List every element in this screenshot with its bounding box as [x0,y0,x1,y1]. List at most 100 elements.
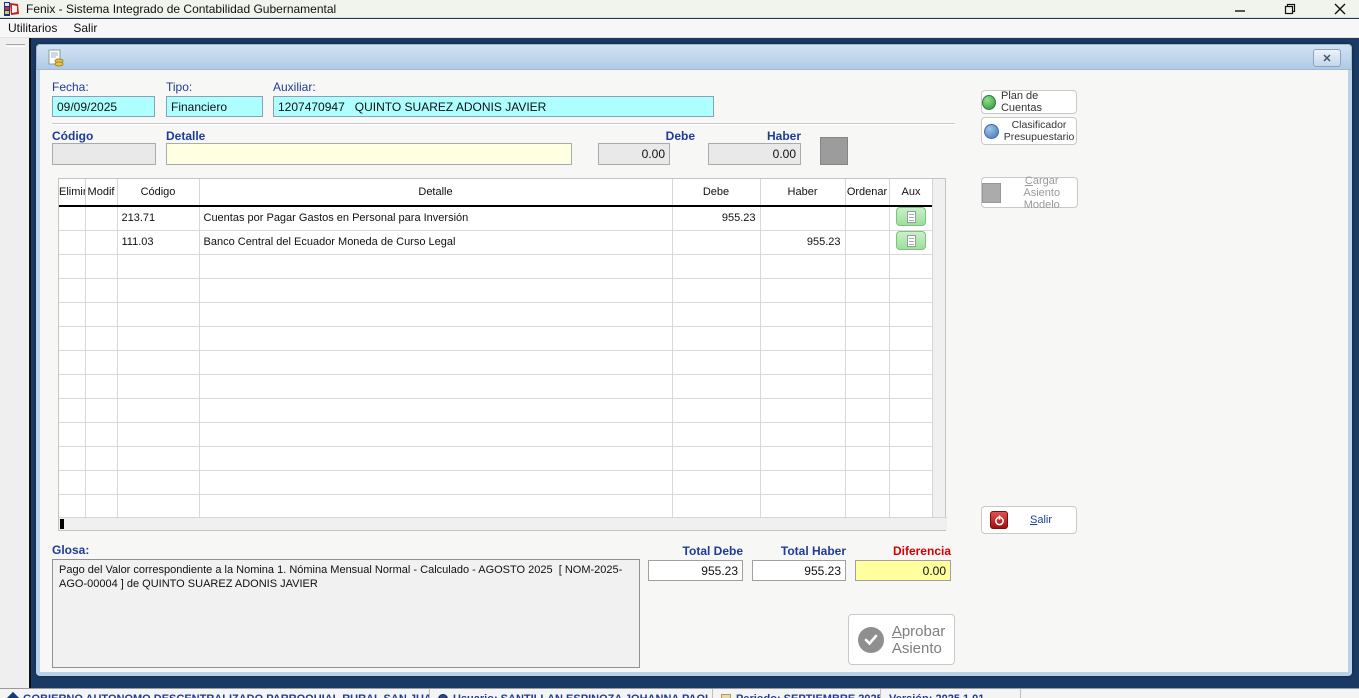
plan-de-cuentas-button[interactable]: Plan de Cuentas [981,90,1077,114]
cell-haber: 955.23 [760,230,845,254]
cargar-asiento-label: Cargar AsientoModelo [1006,175,1077,211]
table-row-empty[interactable] [59,302,933,326]
cell-modif[interactable] [85,230,117,254]
detalle-entry-input[interactable] [166,143,572,165]
table-row-empty[interactable] [59,278,933,302]
calendar-icon [721,694,731,698]
cell-debe: 955.23 [672,206,760,230]
codigo-entry-label: Código [52,129,93,143]
clasificador-label: ClasificadorPresupuestario [1004,119,1075,143]
app-window: Fenix - Sistema Integrado de Contabilida… [0,0,1359,698]
cargar-asiento-modelo-button[interactable]: Cargar AsientoModelo [981,177,1078,208]
table-row[interactable]: 213.71 Cuentas por Pagar Gastos en Perso… [59,206,933,230]
green-sphere-icon [982,95,996,110]
child-close-button[interactable]: ✕ [1313,49,1341,67]
cell-detalle: Banco Central del Ecuador Moneda de Curs… [199,230,672,254]
header-modif[interactable]: Modif [85,179,117,206]
aux-detail-button[interactable] [896,231,926,250]
check-icon [858,627,884,653]
separator-line [52,123,955,125]
entry-action-button[interactable] [820,137,848,165]
blue-sphere-icon [984,124,999,139]
aprobar-asiento-button[interactable]: AprobarAsiento [848,614,955,665]
header-detalle[interactable]: Detalle [199,179,672,206]
table-row-empty[interactable] [59,398,933,422]
cell-detalle: Cuentas por Pagar Gastos en Personal par… [199,206,672,230]
close-button[interactable] [1329,1,1351,17]
salir-label: Salir [1030,514,1052,526]
document-icon [907,211,916,223]
cell-modif[interactable] [85,206,117,230]
haber-entry-value: 0.00 [773,147,796,161]
codigo-entry-input[interactable] [52,143,156,165]
cell-ordenar[interactable] [845,230,889,254]
header-debe[interactable]: Debe [672,179,760,206]
haber-entry-input[interactable]: 0.00 [708,143,801,165]
total-haber-label: Total Haber [746,544,846,558]
minimize-button[interactable] [1229,1,1251,17]
table-row[interactable]: 111.03 Banco Central del Ecuador Moneda … [59,230,933,254]
table-header-row: Elimin Modif Código Detalle Debe Haber O… [59,179,933,206]
menu-salir[interactable]: Salir [65,19,105,37]
glosa-textarea[interactable]: Pago del Valor correspondiente a la Nomi… [52,559,640,668]
total-haber-value: 955.23 [804,564,841,578]
cell-elimin[interactable] [59,206,85,230]
cell-haber [760,206,845,230]
status-version-panel: Versión: 2025.1.01 [881,689,1021,698]
scroll-caret [60,519,64,529]
user-text: Usuario: SANTILLAN ESPINOZA JOHANNA PAOL… [453,693,713,698]
asiento-table: Elimin Modif Código Detalle Debe Haber O… [59,179,934,519]
table-row-empty[interactable] [59,446,933,470]
diferencia-label: Diferencia [851,544,951,558]
header-ordenar[interactable]: Ordenar [845,179,889,206]
table-row-empty[interactable] [59,422,933,446]
app-icon [4,2,20,16]
aprobar-label: AprobarAsiento [892,623,945,657]
table-row-empty[interactable] [59,494,933,518]
fecha-input[interactable]: 09/09/2025 [52,96,155,117]
status-user-panel: Usuario: SANTILLAN ESPINOZA JOHANNA PAOL… [430,689,713,698]
auxiliar-label: Auxiliar: [273,80,316,94]
panel-grip-handle[interactable] [6,44,25,47]
aux-detail-button[interactable] [896,207,926,226]
total-debe-label: Total Debe [643,544,743,558]
tipo-input[interactable]: Financiero [166,96,263,117]
vertical-scrollbar[interactable] [932,179,945,518]
cell-aux [889,206,933,230]
header-haber[interactable]: Haber [760,179,845,206]
asiento-grid: Elimin Modif Código Detalle Debe Haber O… [58,178,946,531]
debe-entry-label: Debe [640,129,695,143]
period-text: Periodo: SEPTIEMBRE 2025 [736,693,881,698]
total-haber-field: 955.23 [752,560,846,581]
glosa-label: Glosa: [52,543,89,557]
table-row-empty[interactable] [59,254,933,278]
user-icon [438,694,448,698]
menu-utilitarios[interactable]: Utilitarios [0,19,65,37]
salir-button[interactable]: Salir [981,506,1077,534]
restore-button[interactable] [1279,1,1301,17]
table-row-empty[interactable] [59,326,933,350]
version-text: Versión: 2025.1.01 [889,693,984,698]
collapsed-side-panel[interactable] [0,38,31,688]
auxiliar-value: 1207470947 QUINTO SUAREZ ADONIS JAVIER [278,100,546,114]
table-row-empty[interactable] [59,350,933,374]
header-codigo[interactable]: Código [117,179,199,206]
debe-entry-input[interactable]: 0.00 [598,143,670,165]
horizontal-scrollbar[interactable] [59,517,947,530]
fecha-value: 09/09/2025 [57,100,117,114]
cell-elimin[interactable] [59,230,85,254]
entity-text: GOBIERNO AUTONOMO DESCENTRALIZADO PARROQ… [23,693,430,698]
tipo-value: Financiero [171,100,227,114]
debe-entry-value: 0.00 [642,147,665,161]
header-elimin[interactable]: Elimin [59,179,85,206]
cell-ordenar[interactable] [845,206,889,230]
table-row-empty[interactable] [59,374,933,398]
table-row-empty[interactable] [59,470,933,494]
cell-codigo: 213.71 [117,206,199,230]
clasificador-presupuestario-button[interactable]: ClasificadorPresupuestario [981,117,1077,145]
detalle-entry-label: Detalle [166,129,205,143]
header-aux[interactable]: Aux [889,179,933,206]
auxiliar-input[interactable]: 1207470947 QUINTO SUAREZ ADONIS JAVIER [273,96,714,117]
window-titlebar: Fenix - Sistema Integrado de Contabilida… [0,0,1359,18]
menu-bar: Utilitarios Salir [0,19,1359,38]
